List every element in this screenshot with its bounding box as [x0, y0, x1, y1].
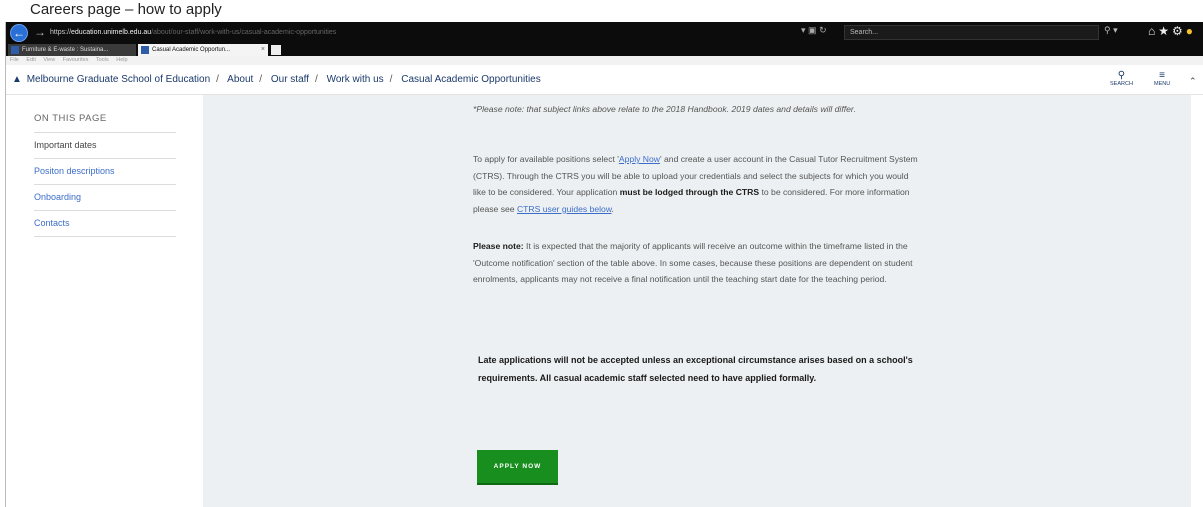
breadcrumb-about[interactable]: About [227, 74, 253, 85]
browser-search-field[interactable]: Search... [844, 25, 1099, 40]
search-dropdown-icon[interactable]: ⚲ ▾ [1104, 25, 1118, 36]
menu-bar[interactable]: File Edit View Favourites Tools Help [6, 56, 1203, 65]
site-header: ▲ Melbourne Graduate School of Education… [6, 65, 1203, 95]
late-applications-notice: Late applications will not be accepted u… [478, 355, 913, 383]
sidebar-heading: ON THIS PAGE [34, 113, 176, 133]
url-path: /about/our-staff/work-with-us/casual-aca… [151, 29, 337, 36]
tab-favicon-icon [141, 46, 149, 54]
sidebar-item-onboarding[interactable]: Onboarding [34, 185, 176, 211]
search-icon: ⚲ [1117, 70, 1126, 81]
breadcrumb-work-with-us[interactable]: Work with us [327, 74, 384, 85]
feedback-smiley-icon[interactable]: ● [1186, 24, 1196, 38]
tab-furniture[interactable]: Furniture & E-waste : Sustaina... [8, 44, 136, 56]
outcome-note: Please note: It is expected that the maj… [473, 241, 913, 285]
tab-close-icon[interactable]: × [261, 44, 265, 56]
toolbar-icons: ⌂★⚙● [1148, 24, 1196, 38]
handbook-note: *Please note: that subject links above r… [473, 104, 856, 114]
site-search-button[interactable]: ⚲ SEARCH [1110, 70, 1133, 87]
on-this-page-nav: ON THIS PAGE Important dates Positon des… [34, 113, 176, 237]
breadcrumb-current[interactable]: Casual Academic Opportunities [401, 74, 541, 85]
refresh-icon[interactable]: ↻ [819, 25, 827, 35]
home-icon[interactable]: ⌂ [1148, 24, 1158, 38]
caption-text: Careers page – how to apply [30, 1, 222, 18]
new-tab-button[interactable] [271, 45, 281, 55]
tab-casual-academic[interactable]: Casual Academic Opportun... × [138, 44, 268, 56]
sidebar-item-important-dates[interactable]: Important dates [34, 133, 176, 159]
search-label: SEARCH [1110, 81, 1133, 87]
url-protocol: https:// [50, 29, 72, 36]
apply-now-link[interactable]: Apply Now [619, 154, 660, 164]
sidebar-item-position-descriptions[interactable]: Positon descriptions [34, 159, 176, 185]
browser-toolbar: ← → https://education.unimelb.edu.au/abo… [6, 22, 1203, 44]
forward-arrow-icon[interactable]: → [34, 25, 46, 39]
breadcrumb-school[interactable]: Melbourne Graduate School of Education [27, 74, 210, 85]
site-menu-button[interactable]: ≡ MENU [1154, 70, 1170, 87]
home-icon[interactable]: ▲ [12, 74, 22, 85]
address-bar-icons: ▾ ▣ ↻ [801, 25, 827, 36]
apply-now-button[interactable]: APPLY NOW [477, 450, 558, 485]
browser-window: ← → https://education.unimelb.edu.au/abo… [5, 22, 1203, 507]
main-article: *Please note: that subject links above r… [203, 95, 1191, 507]
url-host: education.unimelb.edu.au [71, 29, 152, 36]
dropdown-icon[interactable]: ▾ [801, 25, 806, 35]
apply-emphasis: must be lodged through the CTRS [619, 187, 760, 198]
back-arrow-icon: ← [13, 26, 25, 40]
lock-icon[interactable]: ▣ [808, 25, 817, 35]
address-bar[interactable]: https://education.unimelb.edu.au/about/o… [50, 25, 610, 40]
apply-instructions: To apply for available positions select … [473, 154, 918, 214]
tab-label: Furniture & E-waste : Sustaina... [22, 47, 109, 53]
scroll-up-icon[interactable]: ⌃ [1189, 76, 1197, 87]
settings-gear-icon[interactable]: ⚙ [1172, 24, 1186, 38]
breadcrumb: ▲ Melbourne Graduate School of Education… [12, 74, 541, 85]
caption-strip: Careers page – how to apply [0, 0, 1203, 22]
back-button[interactable]: ← [10, 24, 28, 42]
sidebar-item-contacts[interactable]: Contacts [34, 211, 176, 237]
tab-label: Casual Academic Opportun... [152, 47, 231, 53]
tab-favicon-icon [11, 46, 19, 54]
page-content: ON THIS PAGE Important dates Positon des… [6, 95, 1203, 507]
please-note-label: Please note: [473, 241, 524, 251]
favorites-star-icon[interactable]: ★ [1158, 24, 1172, 38]
menu-label: MENU [1154, 81, 1171, 87]
breadcrumb-our-staff[interactable]: Our staff [271, 74, 309, 85]
tab-strip: Furniture & E-waste : Sustaina... Casual… [6, 44, 1203, 56]
hamburger-icon: ≡ [1159, 70, 1166, 81]
ctrs-user-guides-link[interactable]: CTRS user guides below [517, 204, 612, 214]
